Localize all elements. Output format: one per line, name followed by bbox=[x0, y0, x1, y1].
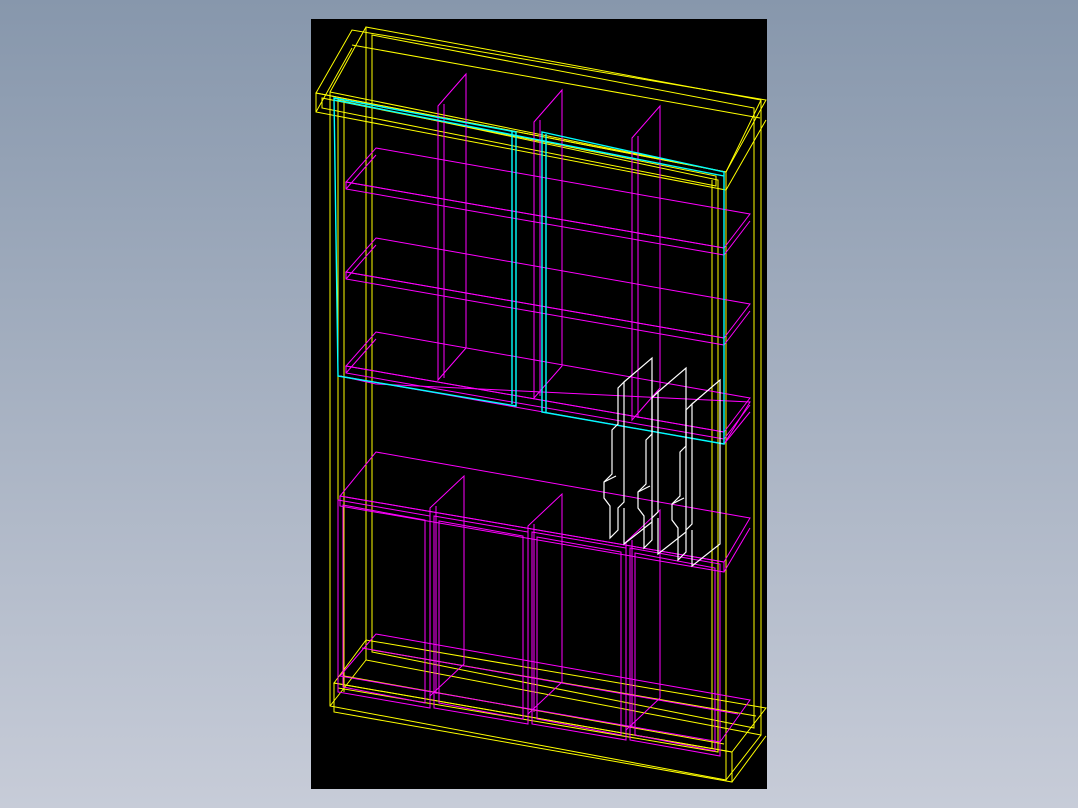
carcass-depth-edge-bottom-right bbox=[725, 734, 762, 781]
hanging-bracket-3-hook bbox=[671, 497, 685, 505]
upper-shelf-1-edge bbox=[345, 181, 725, 256]
shelves-and-partitions bbox=[337, 72, 751, 757]
wireframe-drawing bbox=[315, 26, 767, 783]
sliding-door-right bbox=[541, 131, 725, 445]
hanging-bracket-2-back bbox=[657, 366, 687, 556]
sliding-door-left bbox=[333, 97, 517, 407]
hanging-bracket-3 bbox=[671, 402, 693, 562]
top-cornice-back-edge bbox=[351, 44, 761, 119]
hanging-bracket-2-hook bbox=[637, 485, 651, 493]
hanging-bracket-1-hook bbox=[603, 475, 617, 483]
upper-shelf-3-edge bbox=[345, 365, 725, 440]
middle-shelf-right-depth bbox=[723, 527, 751, 573]
lower-compartment-3-frame bbox=[531, 531, 627, 741]
door-top-rail bbox=[333, 99, 725, 177]
sliding-glass-doors bbox=[333, 97, 725, 445]
upper-shelf-3-right-depth bbox=[723, 404, 751, 440]
lower-compartment-4-frame-inner bbox=[634, 552, 716, 752]
lower-compartment-3-frame-inner bbox=[536, 536, 622, 736]
lower-compartment-2-frame bbox=[433, 515, 529, 725]
lower-divider-2 bbox=[527, 492, 563, 716]
lower-compartment-1-frame bbox=[337, 499, 431, 709]
lower-compartment-2-frame-inner bbox=[438, 520, 524, 720]
carcass-depth-edge-top-right bbox=[725, 99, 762, 173]
upper-shelf-2-top bbox=[345, 237, 751, 339]
upper-shelf-2-edge bbox=[345, 271, 725, 346]
upper-shelf-1-right-depth bbox=[723, 220, 751, 256]
base-plinth-depth-right bbox=[731, 735, 767, 783]
upper-shelf-1-top bbox=[345, 147, 751, 249]
top-cornice-top bbox=[315, 29, 767, 173]
upper-shelf-2-right-depth bbox=[723, 310, 751, 346]
base-plinth-top bbox=[333, 639, 767, 753]
bottom-floor-shelf-back bbox=[361, 647, 739, 715]
hanging-bracket-1 bbox=[603, 380, 625, 540]
hanging-bracket-3-back bbox=[691, 378, 721, 568]
door-base-shelf-edge-right bbox=[723, 411, 751, 445]
